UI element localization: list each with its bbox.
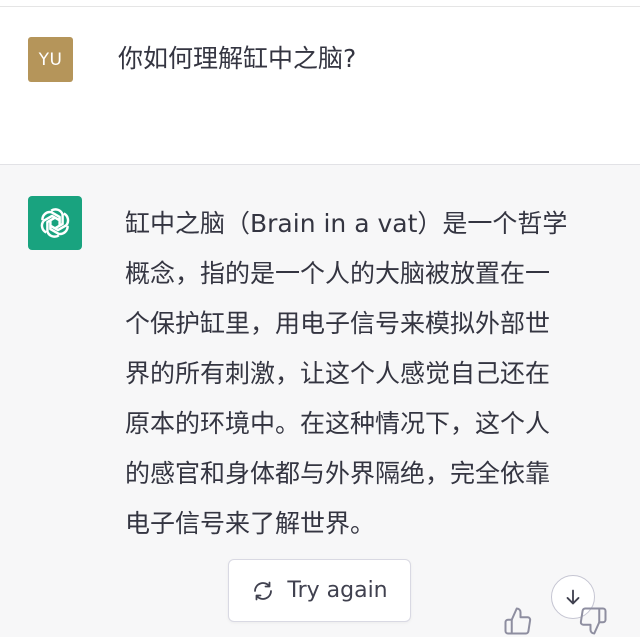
assistant-message-row: 缸中之脑（Brain in a vat）是一个哲学 概念，指的是一个人的大脑被放…	[0, 165, 640, 637]
assistant-message-line: 的感官和身体都与外界隔绝，完全依靠	[125, 459, 551, 488]
assistant-avatar	[28, 196, 82, 250]
assistant-message-line: 电子信号来了解世界。	[125, 509, 376, 538]
user-message-text: 你如何理解缸中之脑?	[118, 44, 357, 73]
try-again-button[interactable]: Try again	[228, 559, 411, 622]
assistant-message-line: 缸中之脑（Brain in a vat）是一个哲学	[125, 209, 568, 238]
refresh-icon	[254, 581, 273, 600]
assistant-message-text: 缸中之脑（Brain in a vat）是一个哲学 概念，指的是一个人的大脑被放…	[125, 199, 620, 549]
thumbs-down-icon[interactable]	[578, 605, 608, 637]
user-message-row: YU 你如何理解缸中之脑?	[0, 7, 640, 165]
assistant-message-line: 个保护缸里，用电子信号来模拟外部世	[125, 309, 551, 338]
try-again-label: Try again	[287, 578, 388, 603]
user-avatar: YU	[28, 37, 73, 82]
top-divider	[0, 0, 640, 7]
user-avatar-text: YU	[38, 49, 63, 70]
thumbs-up-icon[interactable]	[503, 605, 533, 637]
openai-logo-icon	[40, 208, 70, 238]
assistant-message-line: 原本的环境中。在这种情况下，这个人	[125, 409, 551, 438]
assistant-message-line: 概念，指的是一个人的大脑被放置在一	[125, 259, 551, 288]
assistant-message-line: 界的所有刺激，让这个人感觉自己还在	[125, 359, 551, 388]
